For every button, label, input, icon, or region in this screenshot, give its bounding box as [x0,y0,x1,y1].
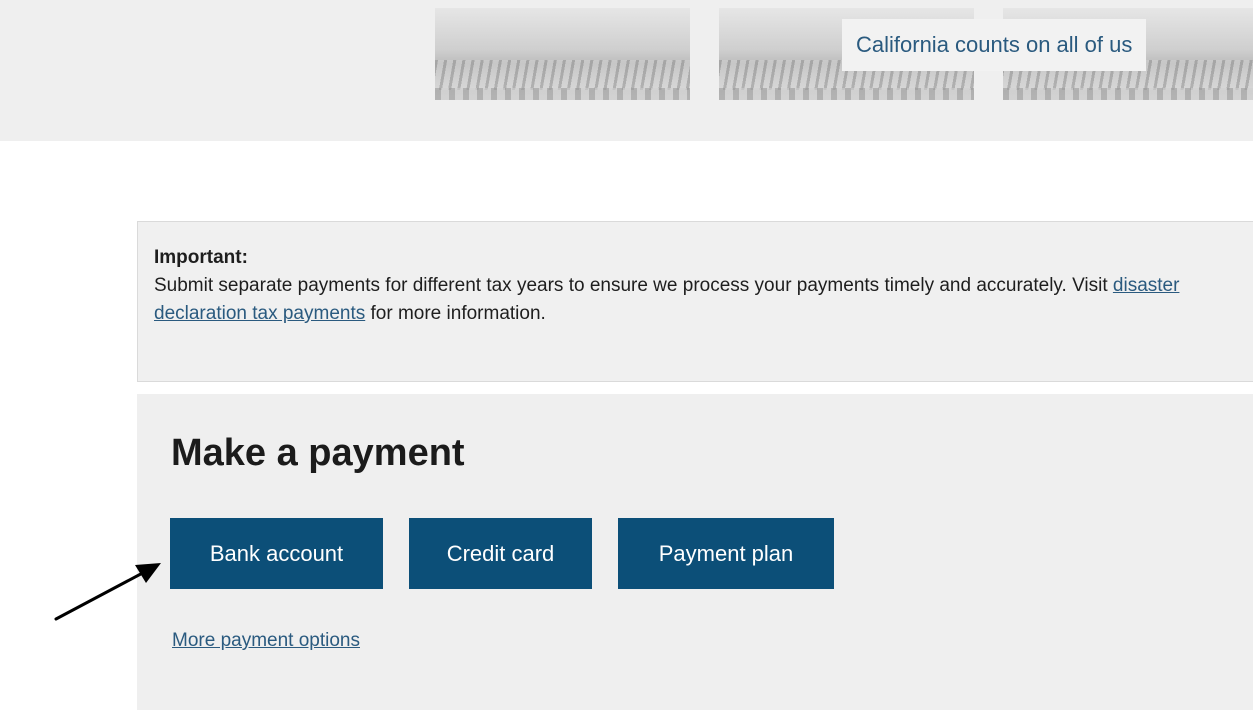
notice-body: Submit separate payments for different t… [154,272,1237,328]
notice-title: Important: [154,247,248,268]
arrow-pointer-icon [54,563,161,621]
make-payment-panel: Make a payment Bank account Credit card … [137,394,1253,710]
more-payment-options-link[interactable]: More payment options [172,630,360,652]
payment-plan-button[interactable]: Payment plan [618,518,834,589]
bank-account-button[interactable]: Bank account [170,518,383,589]
banner-tagline: California counts on all of us [842,19,1147,71]
banner-photo [435,8,690,100]
hero-banner: California counts on all of us [0,0,1253,141]
notice-text-end: for more information. [365,303,546,324]
important-notice: Important: Submit separate payments for … [137,221,1253,382]
payment-heading: Make a payment [171,432,465,474]
credit-card-button[interactable]: Credit card [409,518,592,589]
notice-text: Submit separate payments for different t… [154,275,1113,296]
